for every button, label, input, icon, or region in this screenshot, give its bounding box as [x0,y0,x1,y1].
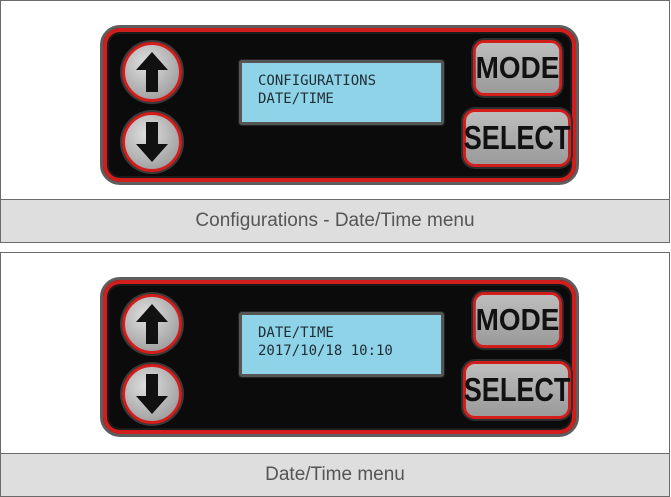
lcd-line-1: CONFIGURATIONS [258,73,377,89]
arrow-up-icon [136,304,168,344]
select-button[interactable]: SELECT [463,109,571,167]
arrow-up-icon [136,52,168,92]
lcd-line-1: DATE/TIME [258,325,334,341]
mode-button[interactable]: MODE [472,40,563,96]
control-panel: DATE/TIME 2017/10/18 10:10 MODE SELECT [100,277,579,437]
select-button-label: SELECT [463,371,571,408]
figure-configurations-date-time: CONFIGURATIONS DATE/TIME MODE SELECT Con… [0,0,670,243]
lcd-display: DATE/TIME 2017/10/18 10:10 [239,312,444,377]
down-button[interactable] [122,112,182,172]
lcd-line-2: 2017/10/18 10:10 [258,343,393,359]
select-button-label: SELECT [463,119,571,156]
lcd-line-2: DATE/TIME [258,91,334,107]
arrow-down-icon [136,122,168,162]
controller-photo: DATE/TIME 2017/10/18 10:10 MODE SELECT [1,253,669,453]
controller-photo: CONFIGURATIONS DATE/TIME MODE SELECT [1,1,669,200]
lcd-display: CONFIGURATIONS DATE/TIME [239,60,444,125]
up-button[interactable] [122,42,182,102]
down-button[interactable] [122,364,182,424]
up-button[interactable] [122,294,182,354]
select-button[interactable]: SELECT [463,361,571,419]
figure-caption: Date/Time menu [1,453,669,496]
arrow-down-icon [136,374,168,414]
mode-button[interactable]: MODE [472,292,563,348]
figure-caption: Configurations - Date/Time menu [1,199,669,242]
control-panel: CONFIGURATIONS DATE/TIME MODE SELECT [100,25,579,185]
figure-date-time: DATE/TIME 2017/10/18 10:10 MODE SELECT D… [0,252,670,497]
